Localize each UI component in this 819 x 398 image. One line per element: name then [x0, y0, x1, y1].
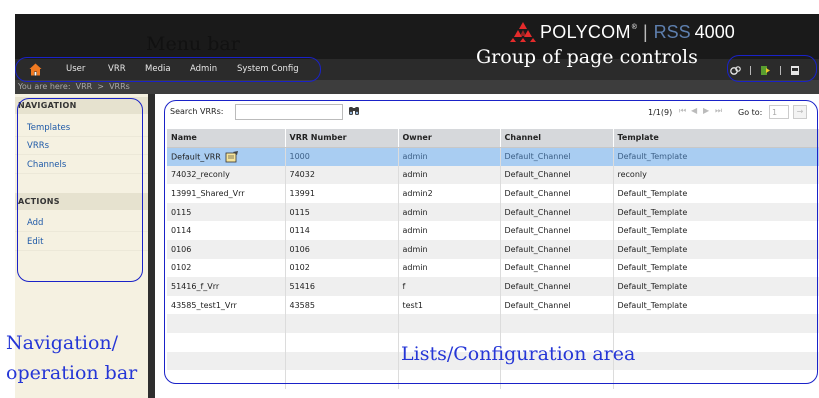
brand-name: POLYCOM	[540, 21, 631, 42]
sidebar-scrollbar[interactable]	[148, 94, 155, 398]
polycom-triangles-icon	[510, 22, 536, 42]
navigation-annotation: Navigation/ operation bar	[6, 332, 138, 384]
menu-bar-annotation: Menu bar	[146, 33, 240, 55]
brand-logo: POLYCOM ® | RSS 4000	[510, 22, 735, 42]
breadcrumb: You are here: VRR > VRRs	[15, 80, 819, 94]
page-controls-highlight	[727, 55, 817, 82]
product-name: RSS	[653, 21, 691, 42]
brand-separator: |	[642, 21, 648, 42]
product-model: 4000	[694, 21, 735, 42]
page-controls-annotation: Group of page controls	[476, 46, 698, 68]
navigation-highlight	[17, 98, 143, 282]
lists-area-annotation: Lists/Configuration area	[401, 343, 636, 365]
menu-bar-highlight	[15, 57, 321, 82]
registered-mark: ®	[631, 23, 637, 31]
lists-area-highlight	[164, 100, 818, 384]
